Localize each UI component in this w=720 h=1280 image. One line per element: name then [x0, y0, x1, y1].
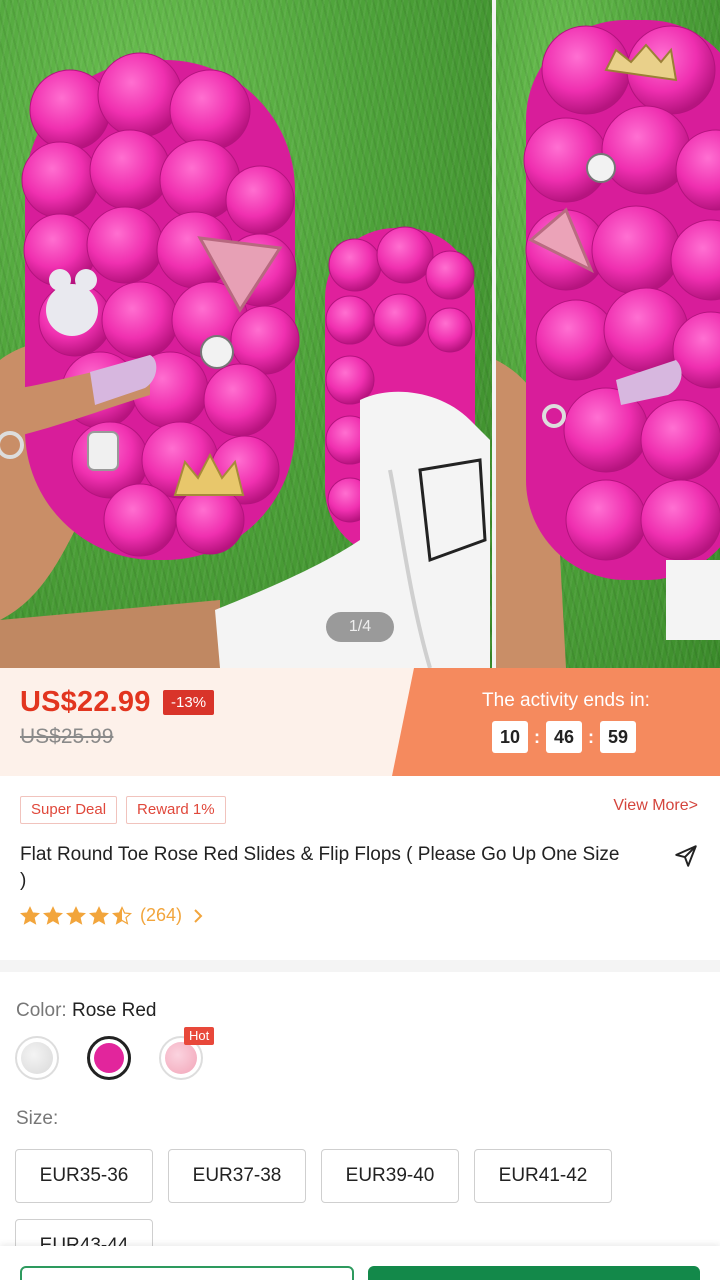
size-option-eur37-38[interactable]: EUR37-38: [168, 1149, 306, 1203]
price-block: US$22.99 -13% US$25.99: [20, 686, 215, 749]
review-count: (264): [140, 905, 183, 925]
countdown-minutes: 46: [546, 721, 582, 753]
product-rating[interactable]: (264): [20, 905, 204, 926]
product-image-1[interactable]: [0, 0, 492, 668]
color-label-text: Color:: [16, 1000, 67, 1021]
color-label: Color: Rose Red: [16, 1000, 156, 1022]
discount-badge: -13%: [163, 690, 215, 715]
hot-badge: Hot: [184, 1027, 215, 1045]
size-option-eur35-36[interactable]: EUR35-36: [15, 1149, 153, 1203]
chevron-right-icon: [194, 908, 203, 923]
tag-reward[interactable]: Reward 1%: [126, 796, 226, 824]
section-divider: [0, 960, 720, 972]
countdown-hours: 10: [492, 721, 528, 753]
promo-tags: Super Deal Reward 1%: [20, 796, 226, 824]
product-image-gallery[interactable]: 1/4: [0, 0, 720, 668]
color-swatch-1[interactable]: [15, 1036, 59, 1080]
product-title: Flat Round Toe Rose Red Slides & Flip Fl…: [20, 844, 620, 891]
buy-now-button[interactable]: [368, 1266, 700, 1280]
rating-stars: [20, 905, 132, 926]
slipper-photo-closeup: [496, 20, 720, 668]
star-icon: [89, 905, 109, 925]
star-icon: [43, 905, 63, 925]
size-option-eur41-42[interactable]: EUR41-42: [474, 1149, 612, 1203]
countdown-timer: 10 : 46 : 59: [492, 721, 636, 753]
original-price: US$25.99: [20, 725, 114, 748]
current-price: US$22.99: [20, 686, 151, 718]
activity-title: The activity ends in:: [482, 690, 650, 711]
image-counter: 1/4: [326, 612, 394, 642]
price-banner: US$22.99 -13% US$25.99 The activity ends…: [0, 668, 720, 776]
countdown-separator: :: [588, 726, 594, 747]
tag-super-deal[interactable]: Super Deal: [20, 796, 118, 824]
share-icon[interactable]: [673, 843, 699, 869]
star-icon: [66, 905, 86, 925]
activity-countdown-panel: The activity ends in: 10 : 46 : 59: [392, 668, 720, 776]
countdown-separator: :: [534, 726, 540, 747]
view-more-link[interactable]: View More>: [613, 797, 698, 815]
product-image-2[interactable]: [496, 0, 720, 668]
add-to-cart-button[interactable]: [20, 1266, 354, 1280]
selected-color: Rose Red: [71, 1000, 157, 1021]
slipper-photo: [0, 52, 490, 668]
size-label: Size:: [16, 1108, 59, 1129]
color-swatch-rose-red[interactable]: [87, 1036, 131, 1080]
size-option-eur39-40[interactable]: EUR39-40: [321, 1149, 459, 1203]
star-icon: [112, 905, 132, 925]
countdown-seconds: 59: [600, 721, 636, 753]
bottom-action-bar: [0, 1246, 720, 1280]
star-icon: [20, 905, 40, 925]
